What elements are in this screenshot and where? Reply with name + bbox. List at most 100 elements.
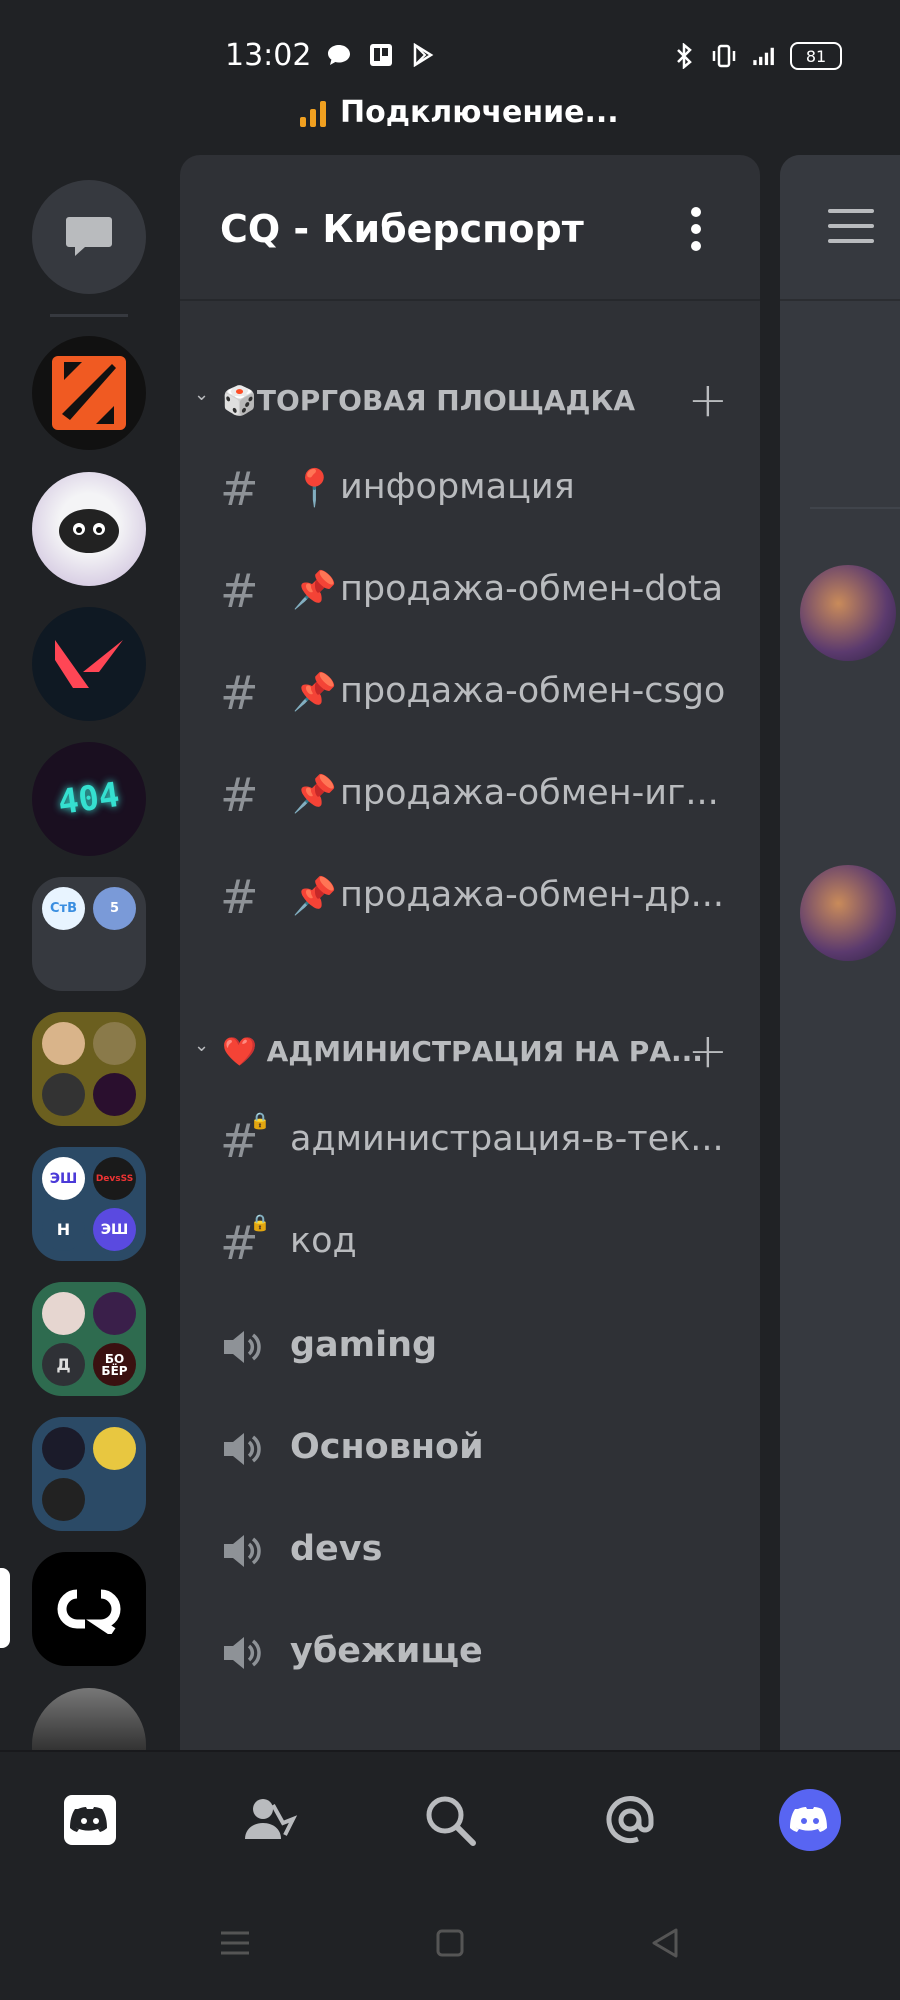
speaker-icon [220, 1427, 264, 1471]
server-cq[interactable] [32, 1552, 146, 1666]
active-server-indicator [0, 1568, 10, 1648]
system-icons: 81 [670, 42, 842, 70]
chat-panel-peek[interactable] [780, 155, 900, 1750]
category-administration[interactable]: ⌄ ❤️ АДМИНИСТРАЦИЯ НА РА... + [180, 1021, 760, 1081]
play-store-icon [409, 42, 437, 68]
home-nav-icon[interactable] [425, 1918, 475, 1968]
channel-name: devs [290, 1529, 383, 1569]
clock: 13:02 [225, 38, 312, 73]
channel-emoji: 📌 [292, 876, 337, 917]
speaker-icon [220, 1325, 264, 1369]
connection-status: Подключение... [300, 95, 619, 130]
server-dota[interactable] [32, 336, 146, 450]
folder-server-icon: DevsSS [93, 1157, 136, 1200]
server-404[interactable]: 404 [32, 742, 146, 856]
hash-icon: # [220, 564, 259, 618]
folder-server-icon [93, 1073, 136, 1116]
voice-channel-item[interactable]: gaming [180, 1305, 760, 1391]
folder-server-icon [42, 1427, 85, 1470]
channel-name: убежище [290, 1631, 483, 1671]
cq-logo-icon [57, 1589, 121, 1634]
folder-server-icon [93, 1427, 136, 1470]
channel-item[interactable]: # 📌 продажа-обмен-dota [180, 549, 760, 635]
folder-server-icon: 5 [93, 887, 136, 930]
system-navigation-bar [0, 1890, 900, 2000]
server-folder-2[interactable] [32, 1012, 146, 1126]
folder-server-icon [93, 1022, 136, 1065]
hash-icon: # [220, 768, 259, 822]
category-marketplace[interactable]: ⌄ 🎲ТОРГОВАЯ ПЛОЩАДКА + [180, 370, 760, 430]
folder-server-icon [93, 1292, 136, 1335]
status-bar: 13:02 81 Подключение... [0, 0, 900, 130]
voice-channel-item[interactable]: Основной [180, 1407, 760, 1493]
folder-server-icon: Н [42, 1208, 85, 1251]
trello-icon [367, 42, 395, 68]
channel-name: продажа-обмен-др... [340, 875, 725, 915]
folder-server-icon: ЭШ [93, 1208, 136, 1251]
server-folder-1[interactable]: СтВ 5 [32, 877, 146, 991]
fluffy-creature-icon [59, 509, 119, 553]
notification-icons [325, 42, 437, 68]
server-folder-3[interactable]: ЭШ DevsSS Н ЭШ [32, 1147, 146, 1261]
chat-header [780, 155, 900, 301]
channel-item[interactable]: # 🔒 код [180, 1201, 760, 1287]
folder-server-icon: БО БЁР [93, 1343, 136, 1386]
folder-server-icon: ЭШ [42, 1157, 85, 1200]
category-label: 🎲ТОРГОВАЯ ПЛОЩАДКА [222, 384, 636, 417]
channel-name: Основной [290, 1427, 484, 1467]
speaker-icon [220, 1631, 264, 1675]
direct-messages-button[interactable] [32, 180, 146, 294]
chevron-down-icon: ⌄ [194, 1035, 210, 1056]
voice-channel-item[interactable]: убежище [180, 1611, 760, 1697]
chat-bubble-icon [325, 42, 353, 68]
add-channel-button[interactable]: + [688, 376, 728, 424]
discord-logo-icon [64, 1795, 116, 1845]
server-fluffy[interactable] [32, 472, 146, 586]
folder-server-icon: СтВ [42, 887, 85, 930]
hamburger-menu-icon[interactable] [828, 209, 874, 243]
channel-item[interactable]: # 📌 продажа-обмен-др... [180, 855, 760, 941]
server-folder-4[interactable]: Д БО БЁР [32, 1282, 146, 1396]
channel-item[interactable]: # 📌 продажа-обмен-иг... [180, 753, 760, 839]
channel-name: продажа-обмен-иг... [340, 773, 719, 813]
add-channel-button[interactable]: + [688, 1027, 728, 1075]
chevron-down-icon: ⌄ [194, 384, 210, 405]
server-valorant[interactable] [32, 607, 146, 721]
voice-channel-item[interactable]: devs [180, 1509, 760, 1595]
profile-avatar-icon [779, 1789, 841, 1851]
connecting-signal-icon [300, 99, 326, 127]
folder-server-icon [42, 1292, 85, 1335]
lock-icon: 🔒 [250, 1111, 270, 1130]
lock-icon: 🔒 [250, 1213, 270, 1232]
server-photo[interactable] [32, 1688, 146, 1750]
channel-item[interactable]: # 🔒 администрация-в-тек... [180, 1099, 760, 1185]
home-tab[interactable] [58, 1788, 122, 1852]
message-avatar[interactable] [800, 565, 896, 661]
search-icon [426, 1796, 476, 1846]
more-options-icon[interactable] [684, 207, 708, 251]
folder-server-icon: Д [42, 1343, 85, 1386]
menu-nav-icon[interactable] [210, 1918, 260, 1968]
at-mention-icon [606, 1796, 654, 1844]
channel-name: продажа-обмен-dota [340, 569, 724, 609]
mentions-tab[interactable] [598, 1788, 662, 1852]
message-avatar[interactable] [800, 865, 896, 961]
server-name: CQ - Киберспорт [220, 207, 584, 251]
channel-item[interactable]: # 📍 информация [180, 447, 760, 533]
category-label: ❤️ АДМИНИСТРАЦИЯ НА РА... [222, 1035, 703, 1068]
friends-tab[interactable] [238, 1788, 302, 1852]
chat-bubble-icon [66, 217, 112, 256]
hash-icon: # [220, 462, 259, 516]
channel-emoji: 📍 [292, 468, 337, 509]
valorant-logo-icon [55, 640, 123, 688]
channel-name: информация [340, 467, 575, 507]
folder-server-icon [42, 1478, 85, 1521]
back-nav-icon[interactable] [640, 1918, 690, 1968]
bottom-navigation [0, 1750, 900, 1892]
profile-tab[interactable] [778, 1788, 842, 1852]
channel-item[interactable]: # 📌 продажа-обмен-csgo [180, 651, 760, 737]
search-tab[interactable] [418, 1788, 482, 1852]
channel-panel: CQ - Киберспорт ⌄ 🎲ТОРГОВАЯ ПЛОЩАДКА + #… [180, 155, 760, 1750]
server-header[interactable]: CQ - Киберспорт [180, 155, 760, 301]
server-folder-5[interactable] [32, 1417, 146, 1531]
